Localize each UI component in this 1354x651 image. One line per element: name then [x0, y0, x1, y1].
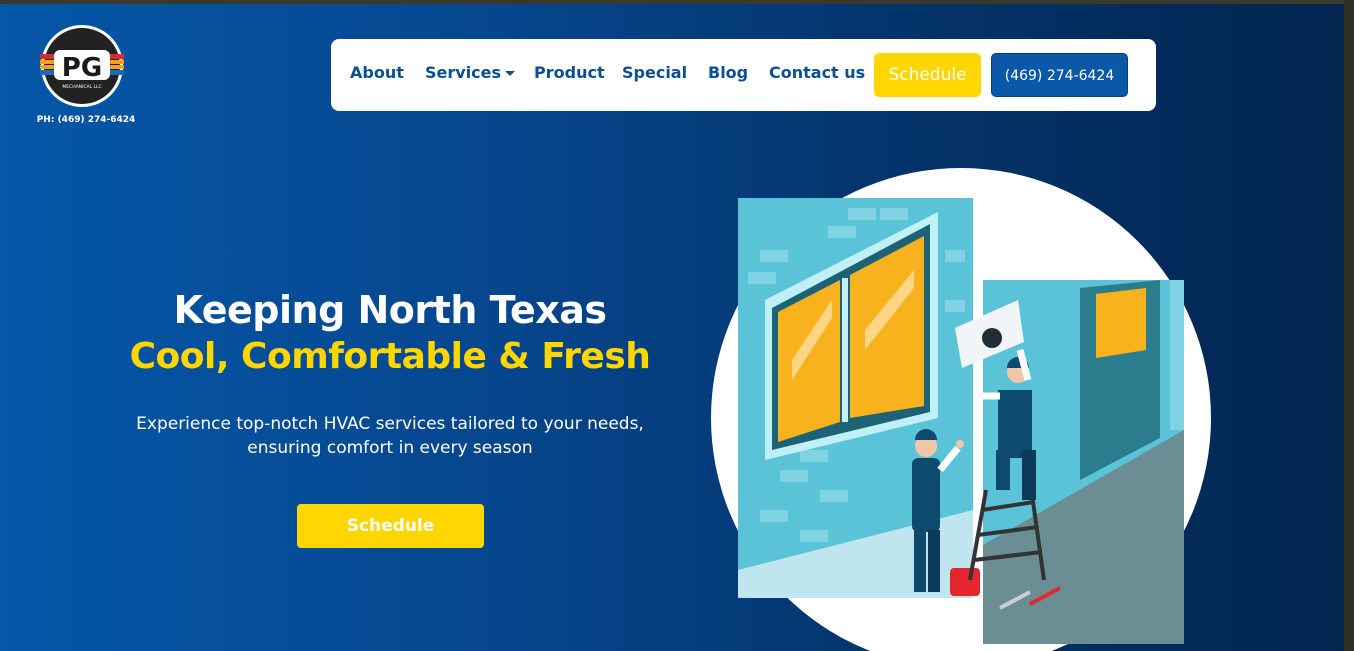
- hero-description-line2: ensuring comfort in every season: [247, 438, 533, 458]
- nav-product[interactable]: Product: [534, 63, 605, 82]
- hero-subheadline: Cool, Comfortable & Fresh: [129, 336, 651, 377]
- hvac-technicians-illustration-icon: [711, 168, 1211, 651]
- right-edge: [1344, 0, 1354, 651]
- caret-down-icon: [505, 71, 516, 76]
- pg-logo[interactable]: PG MECHANICAL LLC: [40, 24, 124, 108]
- hero-description: Experience top-notch HVAC services tailo…: [90, 412, 690, 460]
- logo-phone: PH: (469) 274-6424: [36, 115, 136, 125]
- logo-subtitle: MECHANICAL LLC: [62, 84, 101, 90]
- logo-mark: PG: [62, 53, 102, 83]
- main-nav: About Services Product Special Blog Cont…: [331, 39, 1156, 111]
- top-border: [0, 0, 1354, 4]
- nav-about[interactable]: About: [350, 63, 404, 82]
- nav-blog[interactable]: Blog: [708, 63, 748, 82]
- page: PG MECHANICAL LLC PH: (469) 274-6424 Abo…: [0, 0, 1354, 651]
- nav-schedule-button[interactable]: Schedule: [874, 53, 981, 97]
- nav-special[interactable]: Special: [622, 63, 687, 82]
- hero-headline: Keeping North Texas: [173, 288, 607, 332]
- hero-schedule-button[interactable]: Schedule: [297, 504, 484, 548]
- nav-phone-button[interactable]: (469) 274-6424: [991, 53, 1128, 97]
- nav-services-label: Services: [425, 63, 502, 82]
- nav-contact[interactable]: Contact us: [769, 63, 865, 82]
- hero-description-line1: Experience top-notch HVAC services tailo…: [136, 414, 644, 434]
- nav-services[interactable]: Services: [425, 63, 516, 82]
